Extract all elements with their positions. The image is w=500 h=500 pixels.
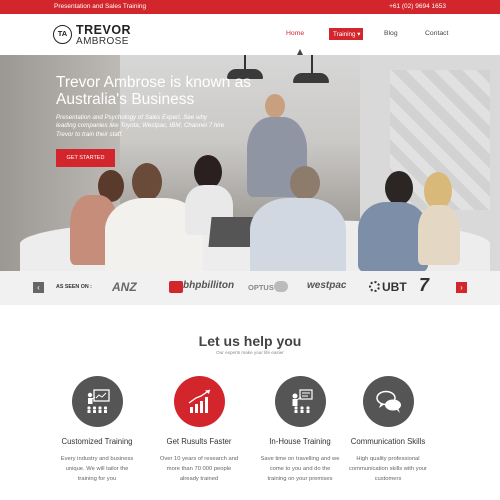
nav-training-dropdown[interactable]: Training ▾	[329, 28, 363, 40]
logo-last-name[interactable]: AMBROSE	[76, 36, 129, 47]
ubt-mark-icon	[369, 281, 380, 292]
westpac-logo: westpac	[307, 280, 347, 291]
logo-mark[interactable]: TA	[53, 25, 72, 44]
bhp-mark-icon	[169, 281, 183, 293]
card-title: Get Rusults Faster	[166, 437, 232, 446]
as-seen-on-strip: ‹ AS SEEN ON : ANZ bhpbilliton OPTUS wes…	[0, 271, 500, 305]
as-seen-on-label: AS SEEN ON :	[56, 284, 92, 290]
get-started-button[interactable]: GET STARTED	[56, 149, 115, 167]
nav-blog[interactable]: Blog	[384, 30, 398, 37]
attendee-head	[385, 171, 413, 205]
attendee-figure	[250, 198, 346, 271]
anz-logo: ANZ	[112, 280, 137, 294]
carousel-next-button[interactable]: ›	[456, 282, 467, 293]
presentation-icon	[71, 376, 123, 427]
card-text: High quality professional communication …	[349, 456, 427, 482]
carousel-prev-button[interactable]: ‹	[33, 282, 44, 293]
optus-logo: OPTUS	[248, 283, 274, 292]
nav-home[interactable]: Home	[286, 30, 304, 37]
top-bar: Presentation and Sales Training +61 (02)…	[0, 0, 500, 14]
attendee-figure	[418, 205, 460, 265]
service-card-communication-skills[interactable]: Communication Skills High quality profes…	[338, 376, 438, 484]
hero-banner: Trevor Ambrose is known as Australia's B…	[0, 55, 500, 271]
help-section-subtitle: Our experts make your life easier	[216, 350, 284, 355]
card-title: Customized Training	[61, 437, 133, 446]
help-section-title: Let us help you	[198, 333, 302, 349]
tagline: Presentation and Sales Training	[54, 3, 147, 10]
service-card-in-house-training[interactable]: In-House Training Save time on travellin…	[250, 376, 350, 484]
logo-first-name[interactable]: TREVOR	[76, 23, 131, 37]
attendee-head	[132, 163, 162, 201]
site-header: TA TREVOR AMBROSE Home Training ▾ Blog C…	[0, 14, 500, 55]
card-text: Over 10 years of research and more than …	[159, 456, 239, 482]
nav-contact[interactable]: Contact	[425, 30, 448, 37]
card-text: Save time on travelling and we come to y…	[260, 456, 340, 482]
service-card-customized-training[interactable]: Customized Training Every industry and b…	[47, 376, 147, 484]
bhp-billiton-logo: bhpbilliton	[183, 280, 235, 291]
pendant-lamp-icon	[293, 73, 329, 83]
laptop-icon	[208, 217, 256, 247]
card-text: Every industry and business unique. We w…	[60, 456, 134, 482]
optus-mark-icon	[274, 281, 288, 292]
card-title: In-House Training	[269, 437, 331, 446]
attendee-head	[194, 155, 222, 189]
service-card-get-results-faster[interactable]: Get Rusults Faster Over 10 years of rese…	[149, 376, 249, 484]
channel-seven-logo: 7	[419, 275, 430, 295]
chart-growth-icon	[173, 376, 225, 427]
hero-title: Trevor Ambrose is known as Australia's B…	[56, 74, 251, 108]
phone-number[interactable]: +61 (02) 9694 1653	[389, 3, 446, 10]
ubt-logo: UBT	[382, 280, 407, 294]
speech-bubbles-icon	[362, 376, 414, 427]
attendee-head	[290, 166, 320, 200]
in-house-training-icon	[274, 376, 326, 427]
card-title: Communication Skills	[350, 437, 426, 446]
hero-subtitle: Presentation and Psychology of Sales Exp…	[56, 114, 225, 138]
